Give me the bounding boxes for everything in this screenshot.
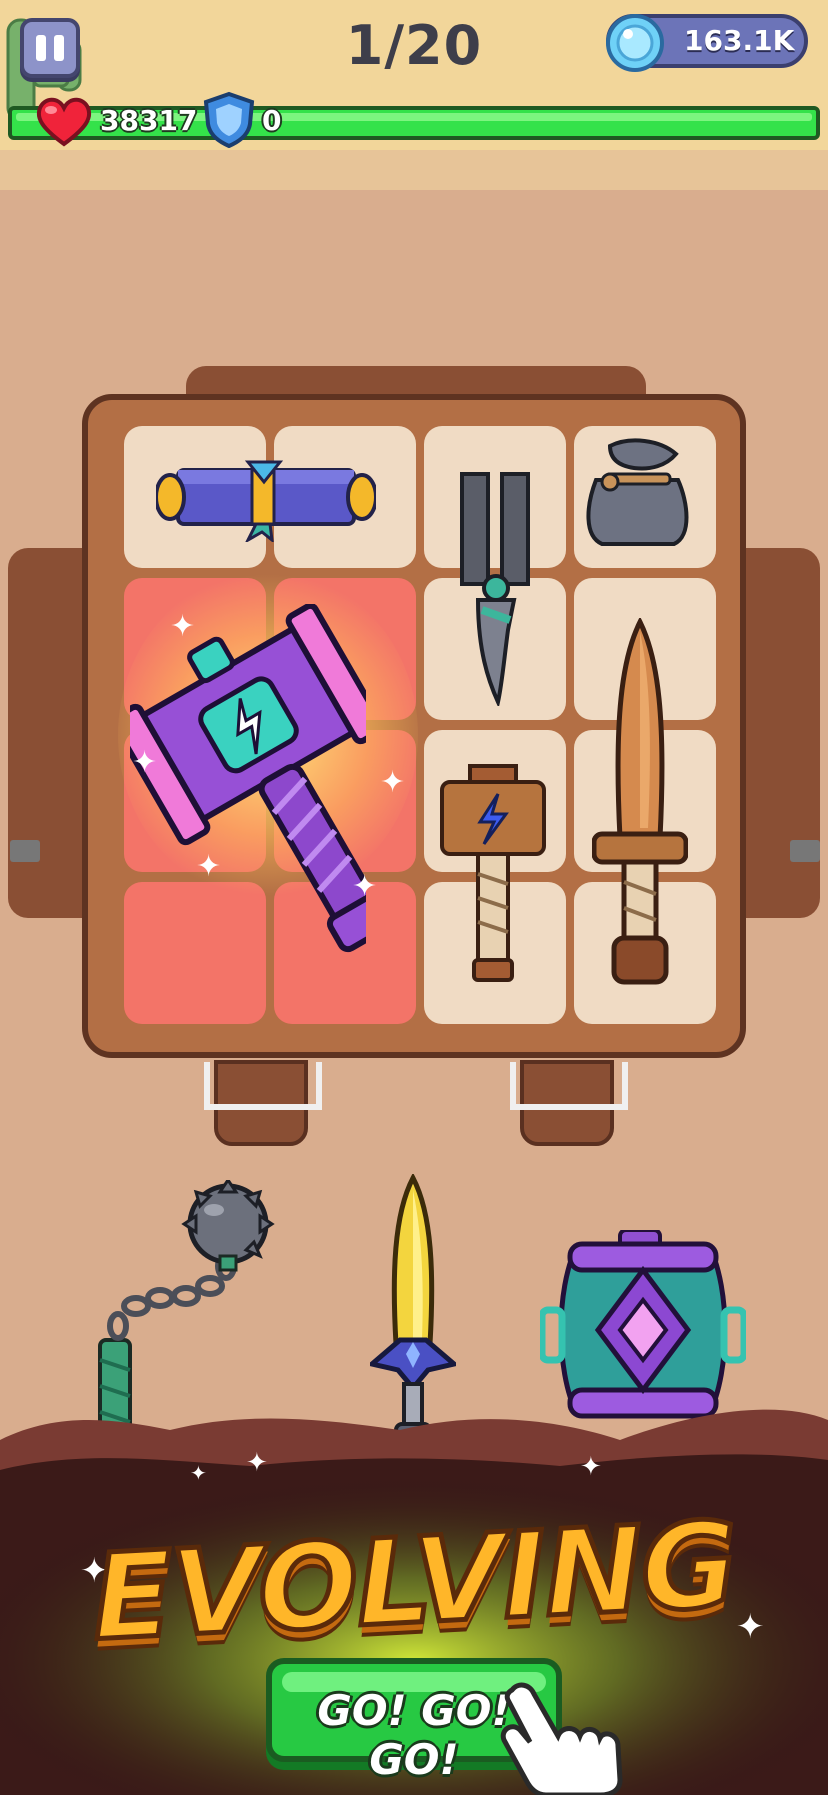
scroll-icon[interactable]	[156, 456, 376, 542]
pointing-hand-icon	[500, 1682, 623, 1795]
sack-icon[interactable]	[580, 436, 694, 548]
sparkle-icon: ✦	[190, 1461, 207, 1485]
barrel-icon[interactable]	[540, 1230, 746, 1424]
buckle-left	[204, 1062, 322, 1110]
shield-icon	[203, 91, 255, 148]
sparkle-icon: ✦	[246, 1448, 268, 1478]
strap-clip-left	[10, 840, 40, 862]
buckle-right	[510, 1062, 628, 1110]
purple-hammer-icon[interactable]	[130, 604, 366, 984]
heart-icon	[36, 97, 92, 147]
pause-button[interactable]	[20, 18, 80, 78]
gem-value: 163.1K	[684, 24, 795, 57]
strap-clip-right	[790, 840, 820, 862]
sparkle-icon: ✦	[580, 1452, 602, 1482]
sparkle-icon: ✦	[170, 609, 196, 644]
sand-band	[0, 150, 828, 190]
wooden-sword-icon[interactable]	[592, 618, 688, 988]
shield-value: 0	[262, 104, 282, 137]
sparkle-icon: ✦	[352, 869, 378, 904]
sparkle-icon: ✦	[380, 765, 406, 800]
wooden-hammer-icon[interactable]	[440, 764, 546, 982]
tongs-icon[interactable]	[458, 470, 534, 706]
sparkle-icon: ✦	[132, 745, 158, 780]
gem-balance[interactable]: 163.1K	[606, 14, 808, 72]
pause-icon	[32, 35, 68, 61]
blue-gem-icon	[606, 14, 664, 72]
health-value: 38317	[100, 104, 198, 137]
sparkle-icon: ✦	[196, 849, 222, 884]
wave-counter: 1/20	[345, 14, 483, 77]
